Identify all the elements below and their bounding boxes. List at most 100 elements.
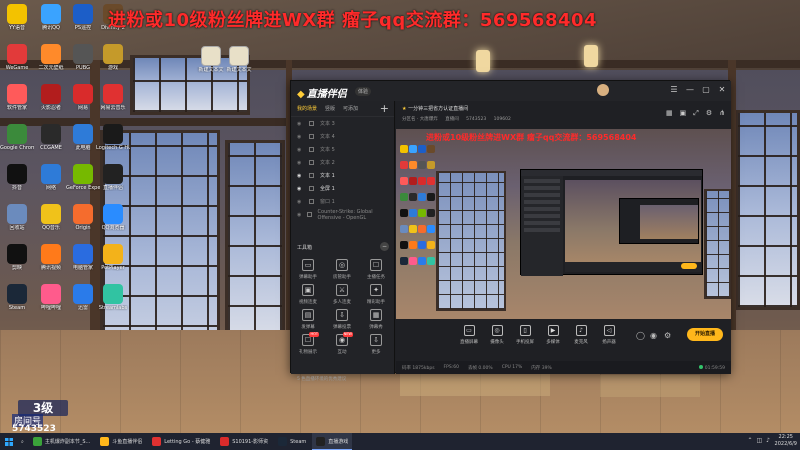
tool-button[interactable]: ▦ 弹幕秀 xyxy=(359,309,393,330)
desktop-icon[interactable]: 此电脑 xyxy=(66,124,100,151)
scene-item[interactable]: ◉ 文本 4 xyxy=(291,130,394,143)
desktop-icon[interactable]: Logitech G HUB xyxy=(96,124,130,151)
collapse-icon[interactable]: − xyxy=(380,242,389,251)
desktop-icon[interactable]: YY语音 xyxy=(0,4,34,31)
desktop-icon[interactable]: Google Chrome xyxy=(0,124,34,151)
desktop-icon[interactable]: 回收站 xyxy=(0,204,34,231)
scene-item[interactable]: ◉ 窗口 1 xyxy=(291,195,394,208)
settings-icon[interactable]: ⚙ xyxy=(706,109,712,118)
desktop-icon[interactable]: 电脑管家 xyxy=(66,244,100,271)
start-button[interactable] xyxy=(0,433,18,450)
desktop-icon[interactable]: PUBG xyxy=(66,44,100,71)
tool-button[interactable]: ▣ 视频连麦 xyxy=(291,284,325,305)
desktop-icon[interactable]: Steam xyxy=(0,284,34,311)
tool-button[interactable]: ☐ HOT 礼物展示 xyxy=(291,332,325,355)
desktop-icon[interactable]: QQ音乐 xyxy=(34,204,68,231)
visibility-icon[interactable]: ◉ xyxy=(297,212,301,218)
tool-button[interactable]: ⚔ 多人连麦 xyxy=(325,284,359,305)
chevron-up-icon[interactable]: ⌃ xyxy=(747,437,752,444)
share-icon[interactable]: ⋔ xyxy=(719,109,725,118)
desktop-icon[interactable]: 二次元壁纸 xyxy=(34,44,68,71)
control-button[interactable]: ▯ 手机投屏 xyxy=(510,325,540,345)
desktop-icon[interactable]: 网易云音乐 xyxy=(96,84,130,111)
tool-button[interactable]: ▤ 发弹幕 xyxy=(291,309,325,330)
desktop-icon[interactable]: 剪映 xyxy=(0,244,34,271)
network-icon[interactable]: ◫ xyxy=(756,437,762,444)
menu-icon[interactable]: ☰ xyxy=(669,85,679,95)
scene-item[interactable]: ◉ 文本 5 xyxy=(291,143,394,156)
desktop-icon[interactable]: 腾讯QQ xyxy=(34,4,68,31)
taskbar-item[interactable]: 斗鱼直播伴侣 xyxy=(96,433,146,450)
control-button[interactable]: ◁ 扬声器 xyxy=(594,325,624,345)
scene-item[interactable]: ◉ 文本 2 xyxy=(291,156,394,169)
desktop-icon[interactable]: PotPlayer xyxy=(96,244,130,271)
scene-item[interactable]: ◉ 全屏 1 xyxy=(291,182,394,195)
control-button[interactable]: ♪ 麦克风 xyxy=(566,325,596,345)
desktop-icon[interactable]: 网络 xyxy=(34,164,68,191)
tool-button[interactable]: ◉ NEW 互动 xyxy=(325,332,359,355)
taskbar-item[interactable]: 主机爆炸副本节_S... xyxy=(29,433,94,450)
tab-addable[interactable]: 可添加 xyxy=(343,105,358,112)
tool-button[interactable]: ◎ 房管助手 xyxy=(325,259,359,280)
desktop-icon[interactable]: 网易 xyxy=(66,84,100,111)
tab-my-scenes[interactable]: 我的场景 xyxy=(297,105,317,112)
clock[interactable]: 22:25 2022/6/9 xyxy=(775,434,797,448)
desktop-file[interactable]: 新建文本文 xyxy=(222,46,256,73)
tool-button[interactable]: ⇩ 弹幕投票 xyxy=(325,309,359,330)
go-live-button[interactable]: 开始直播 xyxy=(687,328,723,341)
tool-button[interactable]: ▭ 弹幕助手 xyxy=(291,259,325,280)
search-button[interactable]: ⌕ xyxy=(18,433,27,450)
add-scene-icon[interactable]: + xyxy=(380,102,389,115)
fullscreen-icon[interactable]: ⤢ xyxy=(693,109,699,118)
desktop-icon[interactable]: 直播伴侣 xyxy=(96,164,130,191)
stream-preview[interactable]: 进粉或10级粉丝牌进WX群 瘤子qq交流群：569568404 xyxy=(396,129,731,319)
scene-item[interactable]: ◉ 文本 1 xyxy=(291,169,394,182)
desktop-icon[interactable]: Streamlabs xyxy=(96,284,130,311)
scene-item[interactable]: ◉ Counter-Strike: Global Offensive - Open… xyxy=(291,208,394,221)
desktop-icon[interactable]: Origin xyxy=(66,204,100,231)
avatar[interactable] xyxy=(597,84,609,96)
control-button[interactable]: ◎ 摄像头 xyxy=(482,325,512,345)
record-icon[interactable]: ◯ xyxy=(636,331,645,340)
desktop-icon[interactable]: 抖音 xyxy=(0,164,34,191)
desktop-icon[interactable]: QQ浏览器 xyxy=(96,204,130,231)
visibility-icon[interactable]: ◉ xyxy=(297,199,303,205)
desktop-icon[interactable]: GeForce Experience xyxy=(66,164,100,191)
desktop-icon[interactable]: 哔哩哔哩 xyxy=(34,284,68,311)
control-button[interactable]: ▭ 直播屏幕 xyxy=(454,325,484,345)
taskbar-item[interactable]: Steam xyxy=(274,433,310,450)
desktop-icon[interactable]: 火影忍者 xyxy=(34,84,68,111)
visibility-icon[interactable]: ◉ xyxy=(297,147,303,153)
close-icon[interactable]: ✕ xyxy=(717,85,727,95)
volume-icon[interactable]: ♪ xyxy=(766,437,770,444)
layout-icon[interactable]: ▦ xyxy=(666,109,673,118)
eye-icon[interactable]: ◉ xyxy=(650,331,657,340)
scene-item[interactable]: ◉ 文本 3 xyxy=(291,117,394,130)
meta-category[interactable]: 分区名 · 大唐爆炸 xyxy=(402,117,438,122)
visibility-icon[interactable]: ◉ xyxy=(297,121,303,127)
taskbar-item[interactable]: S10191-影师资 xyxy=(216,433,272,450)
desktop-icon[interactable]: 迅雷 xyxy=(66,284,100,311)
control-button[interactable]: ▶ 多媒体 xyxy=(538,325,568,345)
desktop-icon[interactable]: WeGame xyxy=(0,44,34,71)
taskbar-item[interactable]: 直播游戏 xyxy=(312,433,353,450)
stream-title[interactable]: ★ 一分钟三把省方认证直播间 xyxy=(402,105,468,112)
taskbar-item[interactable]: Letting Go - 蔡健雅 xyxy=(148,433,214,450)
config-icon[interactable]: ⚙ xyxy=(664,331,671,340)
desktop-icon[interactable]: 软件管家 xyxy=(0,84,34,111)
visibility-icon[interactable]: ◉ xyxy=(297,160,303,166)
desktop-icon[interactable]: CCGAME xyxy=(34,124,68,151)
tool-button[interactable]: ⇩ 更多 xyxy=(359,334,393,355)
desktop-icon[interactable]: 腾讯视频 xyxy=(34,244,68,271)
maximize-icon[interactable]: ▢ xyxy=(701,85,711,95)
tab-vertical[interactable]: 竖版 xyxy=(325,105,335,112)
desktop-icon[interactable]: PS遥控 xyxy=(66,4,100,31)
minimize-icon[interactable]: — xyxy=(685,85,695,95)
app-titlebar[interactable]: ◆ 直播伴侣 体验 ☰ — ▢ ✕ xyxy=(291,81,731,101)
tool-button[interactable]: ☐ 主播任务 xyxy=(359,259,393,280)
visibility-icon[interactable]: ◉ xyxy=(297,186,303,192)
desktop-icon[interactable]: 游戏 xyxy=(96,44,130,71)
screenshot-icon[interactable]: ▣ xyxy=(680,109,687,118)
tool-button[interactable]: ✦ 精彩助手 xyxy=(359,284,393,305)
visibility-icon[interactable]: ◉ xyxy=(297,173,303,179)
